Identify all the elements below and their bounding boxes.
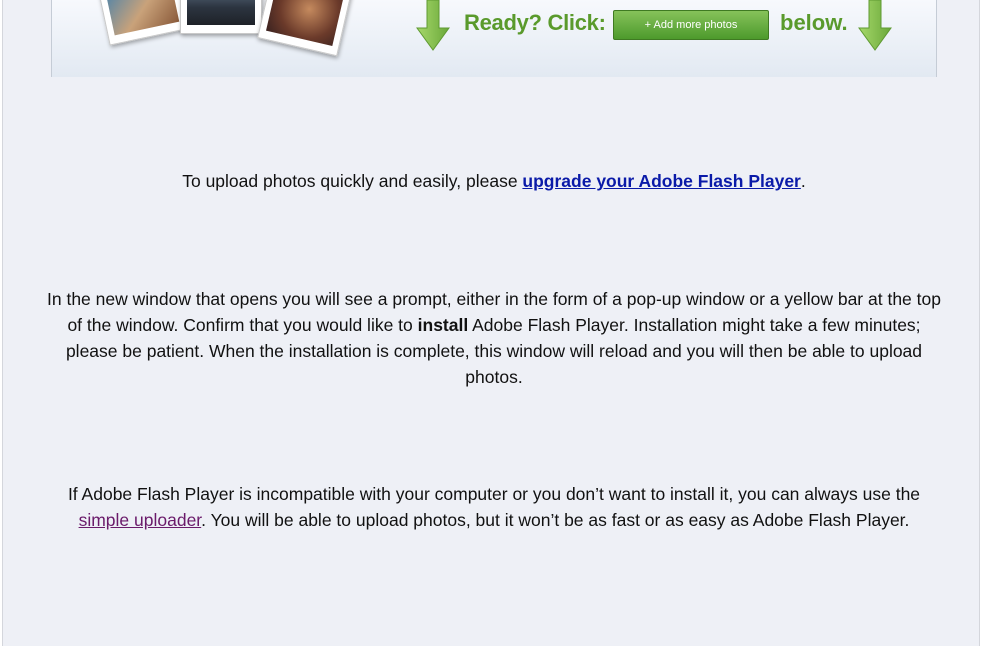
sample-photo-portrait	[257, 0, 353, 57]
add-more-photos-button[interactable]: + Add more photos	[613, 10, 769, 40]
fallback-text: If Adobe Flash Player is incompatible wi…	[67, 484, 921, 504]
content-panel: Ready? Click: + Add more photos below. T…	[2, 0, 980, 646]
upgrade-flash-link[interactable]: upgrade your Adobe Flash Player	[522, 171, 800, 191]
sample-photo-beach	[96, 0, 188, 46]
flash-upgrade-message: To upload photos quickly and easily, ple…	[43, 168, 945, 194]
intro-suffix: .	[800, 171, 806, 191]
down-arrow-icon	[858, 0, 892, 51]
fallback-message: If Adobe Flash Player is incompatible wi…	[43, 481, 945, 533]
intro-text: To upload photos quickly and easily, ple…	[182, 171, 523, 191]
ready-click-label: Ready? Click:	[464, 10, 606, 35]
below-label: below.	[780, 10, 848, 35]
simple-uploader-link[interactable]: simple uploader	[79, 510, 202, 530]
fallback-text-continued: . You will be able to upload photos, but…	[201, 510, 910, 530]
install-instructions: In the new window that opens you will se…	[43, 286, 945, 390]
upload-banner: Ready? Click: + Add more photos below.	[51, 0, 937, 77]
down-arrow-icon	[416, 0, 450, 51]
install-emphasis: install	[417, 315, 469, 335]
sample-photo-group	[180, 0, 262, 34]
